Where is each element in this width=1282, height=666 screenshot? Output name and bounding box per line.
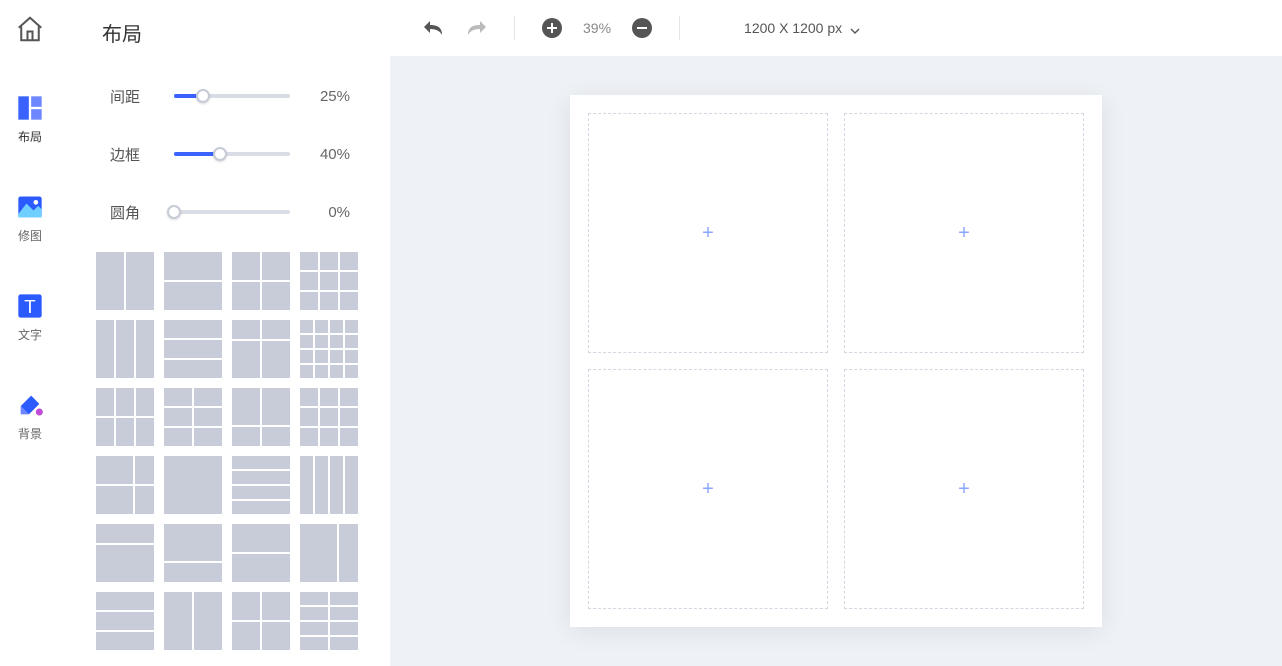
layout-thumb[interactable] — [300, 252, 358, 310]
zoom-in-button[interactable] — [539, 15, 565, 41]
layout-thumb[interactable] — [164, 388, 222, 446]
layout-thumb[interactable] — [300, 388, 358, 446]
undo-button[interactable] — [420, 15, 446, 41]
layout-thumb[interactable] — [232, 456, 290, 514]
svg-text:T: T — [24, 296, 35, 317]
image-slot[interactable]: + — [588, 113, 828, 353]
slider-border-value: 40% — [304, 146, 350, 163]
layout-thumb[interactable] — [164, 252, 222, 310]
image-slot[interactable]: + — [844, 113, 1084, 353]
layout-thumb[interactable] — [232, 388, 290, 446]
layout-gallery[interactable] — [96, 252, 380, 666]
text-icon: T — [16, 292, 44, 320]
slider-radius-value: 0% — [304, 204, 350, 221]
layout-thumb[interactable] — [300, 456, 358, 514]
nav-text-label: 文字 — [18, 326, 42, 343]
panel-title: 布局 — [102, 18, 142, 47]
nav-image-label: 修图 — [18, 227, 42, 244]
home-icon[interactable] — [15, 14, 45, 44]
slider-border-label: 边框 — [110, 144, 160, 165]
zoom-level: 39% — [583, 20, 611, 36]
layout-thumb[interactable] — [164, 456, 222, 514]
nav-bg[interactable]: 背景 — [16, 391, 44, 442]
toolbar: 39% 1200 X 1200 px — [390, 0, 1282, 56]
slider-border-track[interactable] — [174, 152, 290, 156]
layout-thumb[interactable] — [300, 524, 358, 582]
image-slot[interactable]: + — [844, 369, 1084, 609]
left-nav: 布局 修图 T 文字 背景 — [0, 0, 60, 666]
canvas-size-label: 1200 X 1200 px — [744, 20, 842, 36]
chevron-down-icon — [850, 23, 860, 33]
layout-panel: 布局 间距 25% 边框 40% 圆角 0% — [60, 0, 390, 666]
paint-bucket-icon — [16, 391, 44, 419]
zoom-out-button[interactable] — [629, 15, 655, 41]
slider-spacing[interactable]: 间距 25% — [110, 82, 350, 110]
sliders-group: 间距 25% 边框 40% 圆角 0% — [110, 82, 350, 226]
artboard: + + + + — [570, 95, 1102, 627]
slider-spacing-value: 25% — [304, 88, 350, 105]
slider-spacing-track[interactable] — [174, 94, 290, 98]
layout-thumb[interactable] — [232, 524, 290, 582]
layout-thumb[interactable] — [164, 524, 222, 582]
layout-icon — [16, 94, 44, 122]
nav-image[interactable]: 修图 — [16, 193, 44, 244]
layout-thumb[interactable] — [96, 252, 154, 310]
layout-thumb[interactable] — [96, 388, 154, 446]
canvas-size-select[interactable]: 1200 X 1200 px — [744, 20, 860, 36]
layout-thumb[interactable] — [96, 320, 154, 378]
nav-bg-label: 背景 — [18, 425, 42, 442]
slider-border[interactable]: 边框 40% — [110, 140, 350, 168]
layout-thumb[interactable] — [164, 320, 222, 378]
canvas-area[interactable]: + + + + — [390, 56, 1282, 666]
layout-thumb[interactable] — [232, 592, 290, 650]
layout-thumb[interactable] — [96, 456, 154, 514]
layout-thumb[interactable] — [300, 592, 358, 650]
nav-layout[interactable]: 布局 — [16, 94, 44, 145]
nav-layout-label: 布局 — [18, 128, 42, 145]
nav-text[interactable]: T 文字 — [16, 292, 44, 343]
slider-radius-label: 圆角 — [110, 202, 160, 223]
image-icon — [16, 193, 44, 221]
layout-thumb[interactable] — [232, 252, 290, 310]
layout-thumb[interactable] — [232, 320, 290, 378]
layout-thumb[interactable] — [164, 592, 222, 650]
slider-radius-track[interactable] — [174, 210, 290, 214]
redo-button[interactable] — [464, 15, 490, 41]
layout-thumb[interactable] — [96, 592, 154, 650]
layout-thumb[interactable] — [300, 320, 358, 378]
slider-radius[interactable]: 圆角 0% — [110, 198, 350, 226]
layout-thumb[interactable] — [96, 524, 154, 582]
slider-spacing-label: 间距 — [110, 86, 160, 107]
image-slot[interactable]: + — [588, 369, 828, 609]
